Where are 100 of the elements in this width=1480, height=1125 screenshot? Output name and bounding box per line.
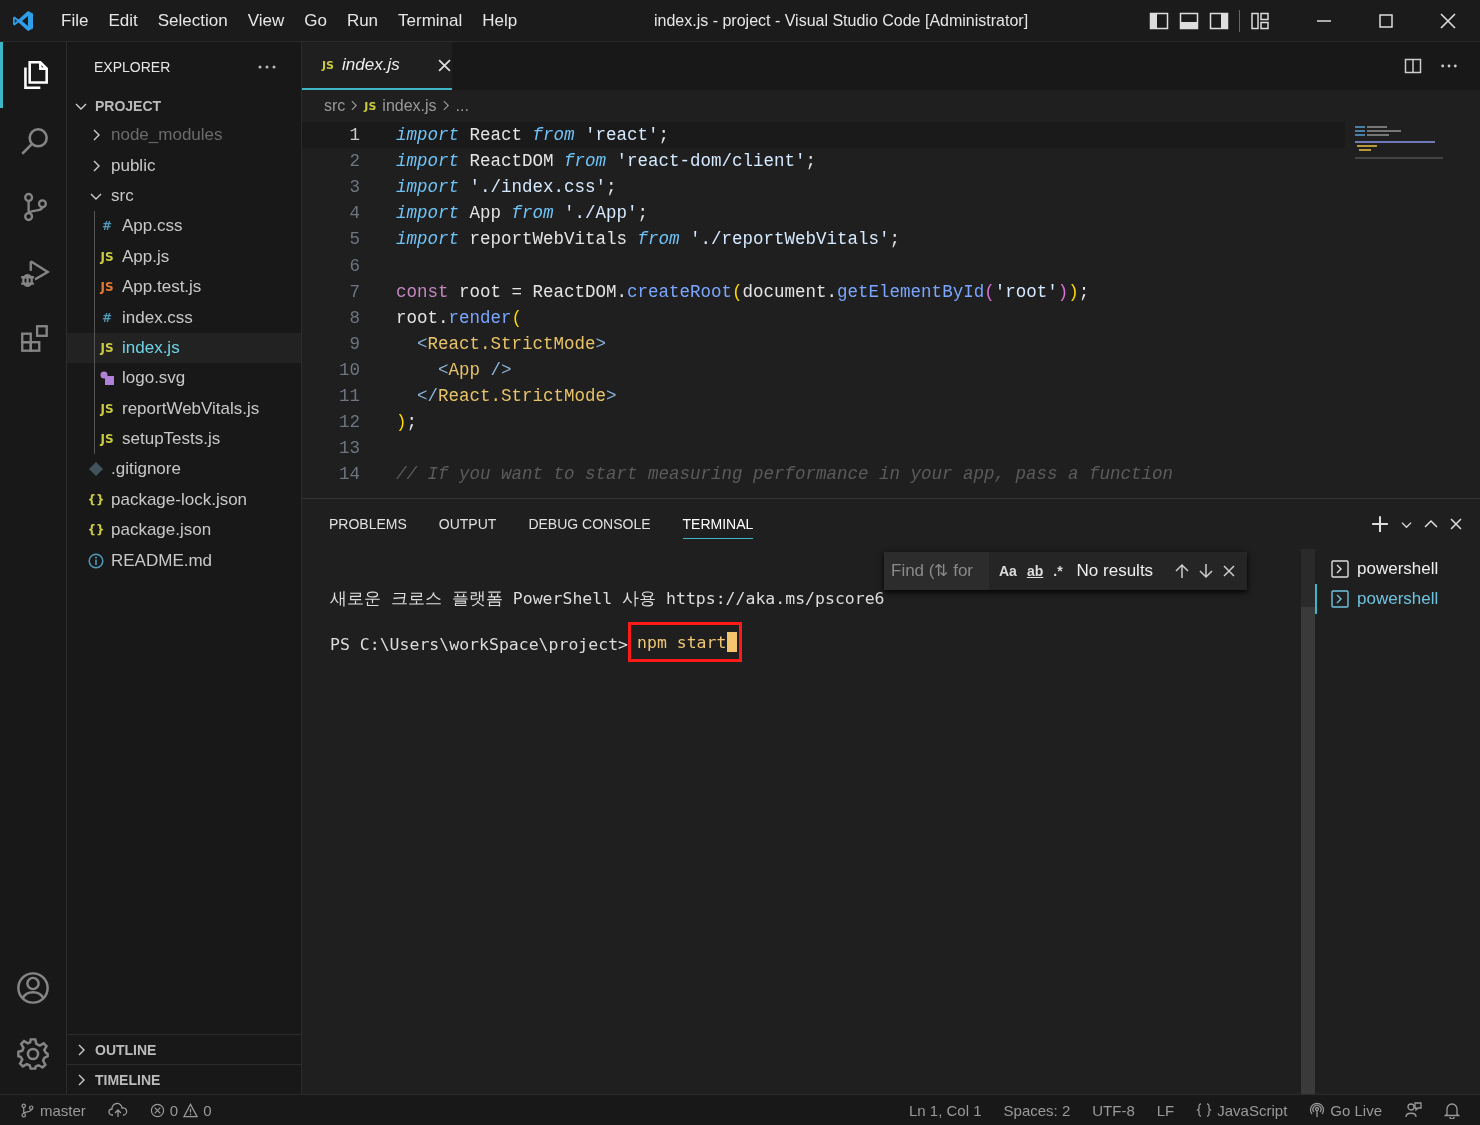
language-status[interactable]: JavaScript <box>1196 1101 1288 1119</box>
file-type-icon: JS <box>100 432 114 447</box>
arrow-down-icon[interactable] <box>1199 563 1214 579</box>
menu-item[interactable]: Run <box>336 10 389 31</box>
menu-item[interactable]: Terminal <box>388 10 473 31</box>
close-icon[interactable] <box>437 58 451 72</box>
tree-item[interactable]: # index.css <box>67 302 301 333</box>
panel-tab[interactable]: OUTPUT <box>438 509 497 539</box>
menu-item[interactable]: View <box>237 10 295 31</box>
close-icon[interactable] <box>1450 518 1462 530</box>
toggle-sidebar-icon[interactable] <box>1149 10 1169 31</box>
breadcrumb-item[interactable]: ... <box>455 97 469 115</box>
window-title: index.js - project - Visual Studio Code [Administrator] <box>654 11 1029 30</box>
customize-layout-icon[interactable] <box>1250 10 1270 31</box>
tree-item[interactable]: README.md <box>67 545 301 576</box>
file-type-icon: # <box>101 310 113 325</box>
close-icon[interactable] <box>1223 565 1236 577</box>
new-terminal-icon[interactable] <box>1371 515 1389 533</box>
arrow-up-icon[interactable] <box>1175 563 1190 579</box>
breadcrumb-item[interactable]: index.js <box>382 97 437 115</box>
braces-icon <box>1196 1102 1213 1118</box>
terminal-prompt: PS C:\Users\workSpace\project> <box>330 634 628 656</box>
tree-item[interactable]: JS App.test.js <box>67 271 301 303</box>
menu-item[interactable]: Selection <box>147 10 238 31</box>
tree-item[interactable]: logo.svg <box>67 363 301 394</box>
tree-item[interactable]: JS index.js <box>67 332 301 364</box>
feedback-icon[interactable] <box>1404 1101 1422 1119</box>
branch-icon <box>20 1102 35 1118</box>
toggle-panel-icon[interactable] <box>1179 10 1199 31</box>
explorer-title: EXPLORER <box>94 59 171 75</box>
status-item[interactable]: UTF-8 <box>1092 1101 1135 1119</box>
file-type-icon: JS <box>100 280 114 295</box>
terminal-icon <box>1331 590 1349 608</box>
code-line: // If you want to start measuring performance in your app, pass a function <box>396 464 1174 485</box>
cloud-upload-icon[interactable] <box>107 1102 128 1118</box>
more-actions-icon[interactable] <box>1440 63 1458 69</box>
tree-item[interactable]: src <box>67 180 301 212</box>
account-icon[interactable] <box>15 970 51 1006</box>
file-type-icon: {} <box>87 523 105 538</box>
find-option-toggle[interactable]: ab <box>1026 563 1044 579</box>
tree-item[interactable]: {} package.json <box>67 515 301 546</box>
line-number: 9 <box>348 333 360 354</box>
section-header[interactable]: OUTLINE <box>67 1034 301 1064</box>
status-item[interactable]: Ln 1, Col 1 <box>909 1101 982 1119</box>
chevron-icon <box>442 100 450 111</box>
file-type-icon: JS <box>100 249 114 264</box>
status-item[interactable]: LF <box>1156 1101 1175 1119</box>
tree-item[interactable]: # App.css <box>67 211 301 242</box>
status-item[interactable]: Spaces: 2 <box>1003 1101 1071 1119</box>
code-line: ); <box>396 412 418 433</box>
settings-icon[interactable] <box>15 1036 51 1072</box>
terminal-session[interactable]: powershell <box>1315 554 1480 584</box>
editor-tab[interactable]: JS index.js <box>302 42 452 90</box>
more-actions-icon[interactable] <box>257 64 277 70</box>
panel-tab[interactable]: PROBLEMS <box>329 509 407 539</box>
menu-item[interactable]: Go <box>294 10 337 31</box>
find-option-toggle[interactable]: Aa <box>999 563 1017 579</box>
line-number: 13 <box>338 438 360 459</box>
breadcrumb-item[interactable]: src <box>324 97 346 115</box>
split-editor-icon[interactable] <box>1404 57 1422 75</box>
project-section-header[interactable]: PROJECT <box>67 92 301 120</box>
problems-status[interactable]: 0 0 <box>149 1101 212 1119</box>
panel-tab[interactable]: DEBUG CONSOLE <box>528 509 651 539</box>
line-number: 1 <box>348 125 360 146</box>
code-line: </React.StrictMode> <box>416 386 617 406</box>
error-icon <box>149 1102 165 1118</box>
menu-item[interactable]: Edit <box>98 10 148 31</box>
find-input[interactable]: Find (⇅ for <box>884 552 989 590</box>
tree-item[interactable]: JS App.js <box>67 241 301 272</box>
broadcast-icon <box>1309 1102 1326 1118</box>
chevron-icon <box>351 100 359 111</box>
line-number: 5 <box>348 229 360 250</box>
file-type-icon: JS <box>364 99 377 113</box>
branch-status[interactable]: master <box>20 1101 86 1119</box>
file-type-icon: JS <box>100 401 114 416</box>
code-line: import reportWebVitals from './reportWebVitals'; <box>396 229 901 250</box>
tree-item[interactable]: {} package-lock.json <box>67 484 301 516</box>
bell-icon[interactable] <box>1444 1101 1460 1119</box>
tree-item[interactable]: public <box>67 150 301 181</box>
menu-item[interactable]: File <box>51 10 99 31</box>
maximize-icon[interactable] <box>1378 12 1394 29</box>
image-file-icon <box>99 370 115 387</box>
line-number: 6 <box>348 255 360 276</box>
tree-item[interactable]: JS setupTests.js <box>67 423 301 455</box>
tree-item[interactable]: JS reportWebVitals.js <box>67 393 301 424</box>
line-number: 11 <box>338 386 360 406</box>
code-line: <React.StrictMode> <box>416 333 607 354</box>
scrollbar-thumb[interactable] <box>1301 607 1315 1094</box>
line-number: 14 <box>338 464 360 485</box>
find-option-toggle[interactable]: .* <box>1053 563 1063 579</box>
panel-tab[interactable]: TERMINAL <box>682 509 754 539</box>
toggle-secondary-sidebar-icon[interactable] <box>1209 10 1229 31</box>
go-live-button[interactable]: Go Live <box>1309 1101 1382 1119</box>
terminal-icon <box>1331 560 1349 578</box>
tree-item[interactable]: .gitignore <box>67 454 301 485</box>
code-line: root.render( <box>396 307 523 328</box>
terminal-session[interactable]: powershell <box>1315 584 1480 614</box>
menu-item[interactable]: Help <box>472 10 528 31</box>
file-type-icon: JS <box>100 340 114 355</box>
close-icon[interactable] <box>1440 12 1456 29</box>
